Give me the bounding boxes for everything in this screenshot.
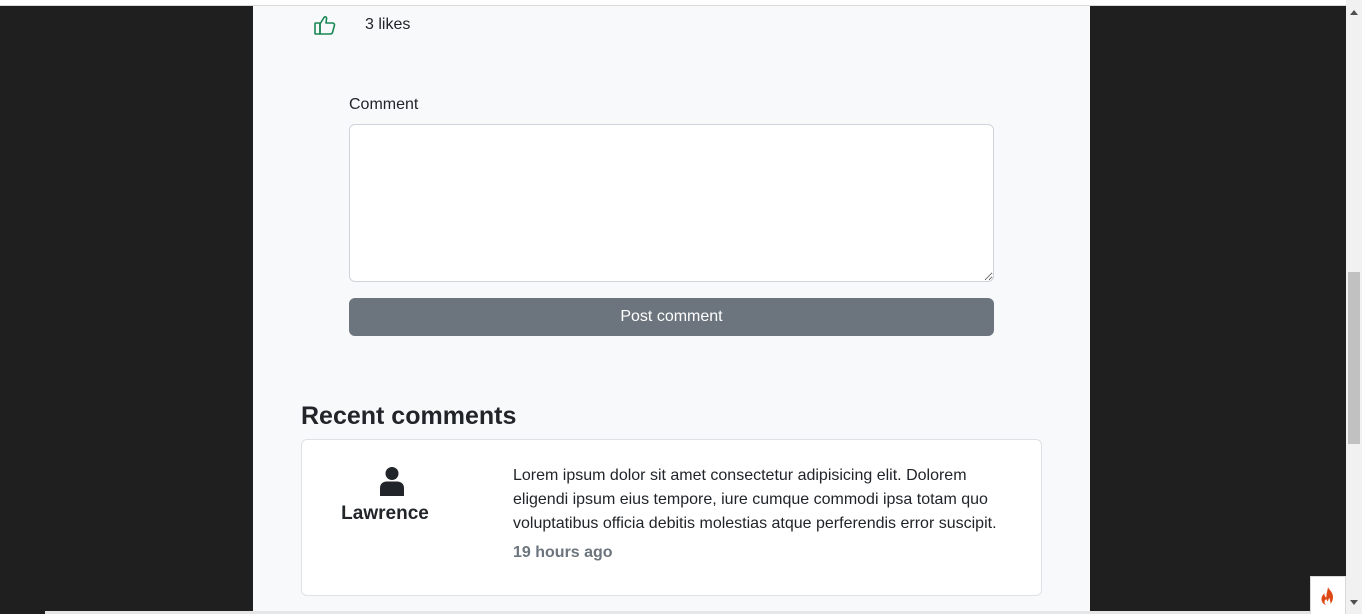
debug-toolbar-badge[interactable] <box>1310 576 1346 614</box>
main-content: 3 likes Comment Post comment Recent comm… <box>253 6 1090 614</box>
comment-timestamp: 19 hours ago <box>513 544 613 561</box>
scroll-up-arrow-icon[interactable] <box>1350 10 1358 15</box>
likes-count: 3 likes <box>365 16 411 33</box>
comment-card: Lawrence Lorem ipsum dolor sit amet cons… <box>301 439 1042 596</box>
thumbs-up-icon[interactable] <box>313 13 337 37</box>
user-icon <box>379 466 405 496</box>
like-row: 3 likes <box>313 12 410 38</box>
comment-author: Lawrence <box>341 466 442 525</box>
flame-icon <box>1321 586 1333 605</box>
comment-label: Comment <box>349 96 419 113</box>
comment-author-name: Lawrence <box>341 503 429 524</box>
comment-body: Lorem ipsum dolor sit amet consectetur a… <box>513 464 1013 562</box>
comment-form: Comment Post comment <box>349 96 994 336</box>
recent-comments-heading: Recent comments <box>301 402 517 430</box>
vertical-scrollbar[interactable] <box>1346 0 1362 614</box>
scroll-down-arrow-icon[interactable] <box>1350 600 1358 605</box>
comment-text: Lorem ipsum dolor sit amet consectetur a… <box>513 467 997 532</box>
comment-textarea[interactable] <box>349 124 994 282</box>
post-comment-button[interactable]: Post comment <box>349 298 994 336</box>
scrollbar-thumb[interactable] <box>1348 272 1360 444</box>
